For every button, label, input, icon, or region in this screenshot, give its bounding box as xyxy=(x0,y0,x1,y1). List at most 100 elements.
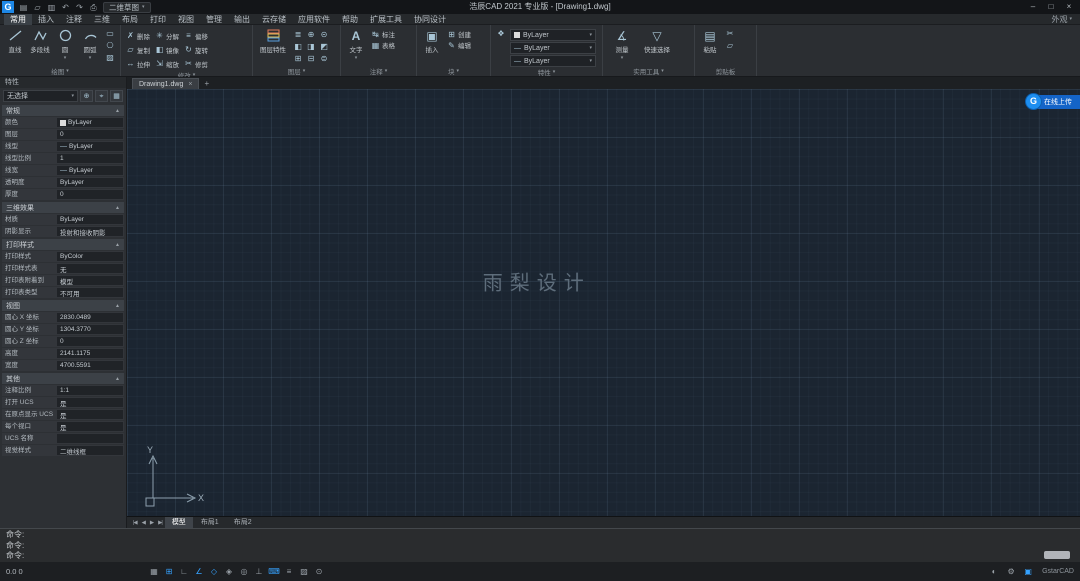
hatch-icon[interactable]: ▨ xyxy=(104,52,116,63)
property-row-thickness[interactable]: 厚度 0 xyxy=(2,189,124,200)
measure-button[interactable]: ∡ 测量 ▾ xyxy=(607,26,637,62)
tab-3d[interactable]: 三维 xyxy=(88,14,116,25)
property-row-ucs-origin[interactable]: 在原点显示 UCS 是 xyxy=(2,409,124,420)
property-value[interactable]: 是 xyxy=(56,421,124,432)
close-button[interactable]: × xyxy=(1060,0,1078,14)
object-snap-3d-icon[interactable]: ◈ xyxy=(222,565,236,578)
quick-select-button[interactable]: ▽ 快速选择 xyxy=(640,26,674,55)
layer-on-icon[interactable]: ⊕ xyxy=(305,29,317,40)
tab-output[interactable]: 输出 xyxy=(228,14,256,25)
property-value[interactable]: ByLayer xyxy=(56,214,124,225)
workspace-switcher[interactable]: 二维草图 ▾ xyxy=(103,1,151,13)
property-row-height[interactable]: 高度 2141.1175 xyxy=(2,348,124,359)
insert-block-button[interactable]: ▣ 插入 xyxy=(421,26,443,55)
undo-icon[interactable]: ↶ xyxy=(59,1,72,14)
layer-freeze-icon[interactable]: ◧ xyxy=(292,41,304,52)
paste-button[interactable]: ▤ 粘贴 xyxy=(699,26,721,55)
property-value[interactable]: 1 xyxy=(56,153,124,164)
command-resize-grip[interactable] xyxy=(1044,551,1070,559)
property-row-plot-attach[interactable]: 打印表附着到 模型 xyxy=(2,275,124,286)
tab-collaboration[interactable]: 协同设计 xyxy=(408,14,452,25)
ribbon-group-label-layers[interactable]: 图层 ▾ xyxy=(255,66,338,76)
ribbon-group-label-utilities[interactable]: 实用工具 ▾ xyxy=(605,66,692,76)
collapse-icon[interactable]: ▲ xyxy=(115,303,120,309)
tab-insert[interactable]: 插入 xyxy=(32,14,60,25)
property-row-lineweight[interactable]: 线宽 — ByLayer xyxy=(2,165,124,176)
property-row-linetype-scale[interactable]: 线型比例 1 xyxy=(2,153,124,164)
circle-button[interactable]: 圆 ▾ xyxy=(54,26,76,61)
mirror-button[interactable]: ◧ 镜像 xyxy=(154,43,180,56)
layer-properties-button[interactable]: 图层特性 xyxy=(257,26,289,54)
document-tab-drawing1[interactable]: Drawing1.dwg × xyxy=(132,78,200,89)
tab-model[interactable]: 模型 xyxy=(164,517,193,528)
layer-match-icon[interactable]: ⊞ xyxy=(292,53,304,64)
isolate-objects-icon[interactable]: ◐ xyxy=(987,565,1001,578)
last-layout-icon[interactable]: ▶| xyxy=(156,520,164,526)
transparency-icon[interactable]: ▨ xyxy=(297,565,311,578)
ribbon-group-label-draw[interactable]: 绘图 ▾ xyxy=(2,66,118,76)
drawing-canvas[interactable]: 雨梨设计 Y X G 在线上传 xyxy=(127,89,1080,516)
tab-layout2[interactable]: 布局2 xyxy=(227,517,259,528)
first-layout-icon[interactable]: |◀ xyxy=(131,520,139,526)
section-plot-style[interactable]: 打印样式 ▲ xyxy=(2,239,124,250)
new-icon[interactable]: ▤ xyxy=(17,1,30,14)
property-row-plot-table[interactable]: 打印样式表 无 xyxy=(2,263,124,274)
property-value[interactable] xyxy=(56,433,124,444)
tab-express-tools[interactable]: 扩展工具 xyxy=(364,14,408,25)
scale-button[interactable]: ⇲ 缩放 xyxy=(154,57,180,70)
selection-dropdown[interactable]: 无选择 ▾ xyxy=(3,89,78,102)
select-objects-icon[interactable]: ⌖ xyxy=(95,89,108,102)
explode-button[interactable]: ✳ 分解 xyxy=(154,29,180,42)
property-value[interactable]: 无 xyxy=(56,263,124,274)
layer-lock-icon[interactable]: ◩ xyxy=(318,41,330,52)
tab-annotate[interactable]: 注释 xyxy=(60,14,88,25)
cloud-upload-badge[interactable]: G 在线上传 xyxy=(1026,94,1080,109)
property-value[interactable]: 二维线框 xyxy=(56,445,124,456)
property-row-ucs-viewport[interactable]: 每个视口 是 xyxy=(2,421,124,432)
table-button[interactable]: ▦ 表格 xyxy=(370,40,396,51)
save-icon[interactable]: ▥ xyxy=(45,1,58,14)
open-icon[interactable]: ▱ xyxy=(31,1,44,14)
property-row-plot-type[interactable]: 打印表类型 不可用 xyxy=(2,287,124,298)
print-icon[interactable]: ⎙ xyxy=(87,1,100,14)
property-value[interactable]: 模型 xyxy=(56,275,124,286)
collapse-icon[interactable]: ▲ xyxy=(115,242,120,248)
lineweight-icon[interactable]: ≡ xyxy=(282,565,296,578)
dimension-button[interactable]: ↹ 标注 xyxy=(370,29,396,40)
property-value[interactable]: 1:1 xyxy=(56,385,124,396)
property-row-linetype[interactable]: 线型 — ByLayer xyxy=(2,141,124,152)
color-dropdown[interactable]: ByLayer ▾ xyxy=(510,29,596,41)
property-value[interactable]: 2830.0489 xyxy=(56,312,124,323)
property-row-ucs-name[interactable]: UCS 名称 xyxy=(2,433,124,444)
offset-button[interactable]: ≡ 偏移 xyxy=(183,29,209,42)
close-icon[interactable]: × xyxy=(188,81,192,88)
rectangle-icon[interactable]: ▭ xyxy=(104,28,116,39)
property-row-ucs-on[interactable]: 打开 UCS 是 xyxy=(2,397,124,408)
ribbon-group-label-clipboard[interactable]: 剪贴板 xyxy=(697,66,754,76)
polar-tracking-icon[interactable]: ∠ xyxy=(192,565,206,578)
ribbon-group-label-block[interactable]: 块 ▾ xyxy=(419,66,488,76)
property-value[interactable]: — ByLayer xyxy=(56,141,124,152)
pick-add-icon[interactable]: ⊕ xyxy=(80,89,93,102)
property-row-plot-style[interactable]: 打印样式 ByColor xyxy=(2,251,124,262)
lineweight-dropdown[interactable]: — ByLayer ▾ xyxy=(510,55,596,67)
ribbon-group-label-properties[interactable]: 特性 ▾ xyxy=(493,67,600,77)
property-value[interactable]: ByLayer xyxy=(56,177,124,188)
property-row-material[interactable]: 材质 ByLayer xyxy=(2,214,124,225)
layer-list-icon[interactable]: ≣ xyxy=(292,29,304,40)
edit-block-button[interactable]: ✎ 编辑 xyxy=(446,40,472,51)
copy-button[interactable]: ▱ 复制 xyxy=(125,43,151,56)
minimize-button[interactable]: – xyxy=(1024,0,1042,14)
property-value[interactable]: 投射和接收阴影 xyxy=(56,226,124,237)
property-value[interactable]: ByLayer xyxy=(56,117,124,128)
tab-applications[interactable]: 应用软件 xyxy=(292,14,336,25)
dynamic-ucs-icon[interactable]: ⊥ xyxy=(252,565,266,578)
layer-isolate-icon[interactable]: ⊟ xyxy=(305,53,317,64)
collapse-icon[interactable]: ▲ xyxy=(115,108,120,114)
match-properties-icon[interactable]: ❖ xyxy=(495,28,507,39)
linetype-dropdown[interactable]: — ByLayer ▾ xyxy=(510,42,596,54)
appearance-menu[interactable]: 外观 ▾ xyxy=(1051,14,1080,25)
property-value[interactable]: 是 xyxy=(56,409,124,420)
tab-home[interactable]: 常用 xyxy=(4,13,32,25)
rotate-button[interactable]: ↻ 旋转 xyxy=(183,43,209,56)
